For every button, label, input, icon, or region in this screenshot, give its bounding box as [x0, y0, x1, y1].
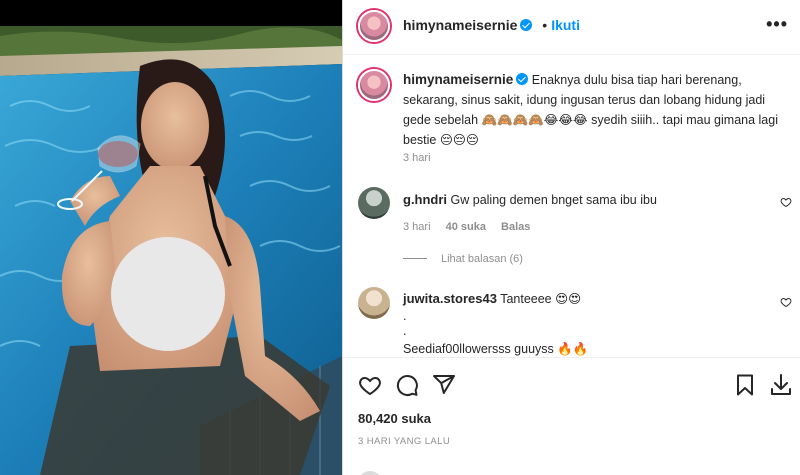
commenter-username[interactable]: juwita.stores43	[403, 291, 497, 306]
comment-body: Gw paling demen bnget sama ibu ibu	[450, 193, 657, 207]
post-timestamp: 3 HARI YANG LALU	[358, 436, 451, 447]
reply-button[interactable]: Balas	[501, 221, 530, 233]
comment-likes[interactable]: 40 suka	[446, 221, 486, 233]
more-options-icon[interactable]: •••	[766, 14, 788, 35]
comment-line: .	[403, 309, 407, 323]
post-header: himynameisernie • Ikuti •••	[343, 0, 800, 55]
comment-time[interactable]: 3 hari	[403, 221, 431, 233]
heart-icon[interactable]	[780, 296, 792, 308]
comment-icon[interactable]	[395, 373, 419, 397]
post-photo[interactable]	[0, 0, 342, 475]
separator-dot: •	[542, 17, 548, 33]
follow-button[interactable]: Ikuti	[551, 17, 580, 33]
add-comment-avatar	[358, 471, 382, 475]
commenter-avatar[interactable]	[358, 287, 390, 319]
comment-line: .	[403, 324, 407, 338]
post-panel: himynameisernie • Ikuti ••• himynameisern…	[343, 0, 800, 475]
commenter-avatar[interactable]	[358, 187, 390, 219]
heart-icon[interactable]	[358, 373, 382, 397]
share-icon[interactable]	[432, 373, 456, 397]
replies-line	[403, 258, 427, 259]
verified-badge-icon	[520, 19, 533, 31]
comment-text: g.hndri Gw paling demen bnget sama ibu i…	[403, 192, 657, 207]
caption-time[interactable]: 3 hari	[403, 152, 431, 164]
bookmark-icon[interactable]	[733, 373, 757, 397]
download-icon[interactable]	[769, 373, 793, 397]
view-replies-button[interactable]: Lihat balasan (6)	[403, 253, 523, 265]
author-username[interactable]: himynameisernie • Ikuti	[403, 17, 580, 33]
comment-text: juwita.stores43 Tanteeee 😍😍	[403, 291, 581, 306]
caption-text: himynameisernie Enaknya dulu bisa tiap h…	[403, 70, 783, 150]
verified-badge-icon	[516, 73, 529, 85]
comment-meta: 3 hari 40 suka Balas	[403, 221, 542, 233]
author-avatar[interactable]	[358, 10, 390, 42]
view-replies-label: Lihat balasan (6)	[441, 253, 523, 265]
comment-body: Tanteeee 😍😍	[500, 292, 582, 306]
caption-avatar[interactable]	[358, 69, 390, 101]
heart-icon[interactable]	[780, 196, 792, 208]
post-actions: 80,420 suka 3 HARI YANG LALU	[343, 357, 800, 475]
pool-photo-illustration	[0, 26, 342, 475]
commenter-username[interactable]: g.hndri	[403, 192, 447, 207]
comment-line: Seediaf00llowersss guuyss 🔥🔥	[403, 342, 589, 356]
caption-username[interactable]: himynameisernie	[403, 72, 513, 87]
like-count[interactable]: 80,420 suka	[358, 411, 431, 426]
photo-top-bar	[0, 0, 342, 26]
